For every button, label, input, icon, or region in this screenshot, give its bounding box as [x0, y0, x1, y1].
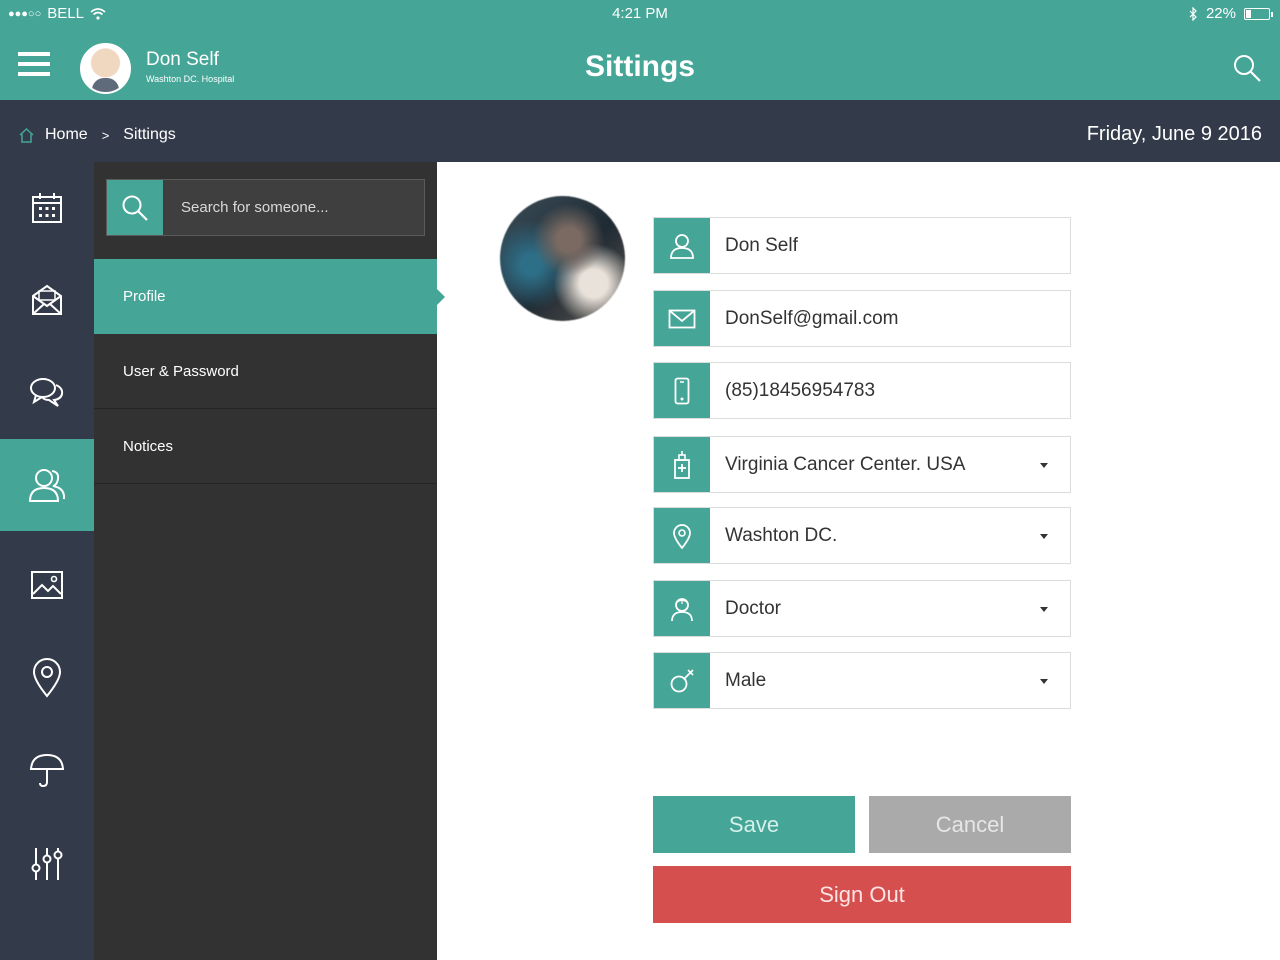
doctor-icon	[671, 597, 693, 621]
name-field[interactable]: Don Self	[653, 217, 1071, 274]
chevron-down-icon[interactable]	[1040, 679, 1048, 684]
hospital-icon	[674, 450, 690, 479]
role-select[interactable]: Doctor	[653, 580, 1071, 637]
people-search[interactable]: Search for someone...	[106, 179, 425, 236]
icon-rail	[0, 162, 94, 960]
location-icon	[673, 523, 691, 549]
sliders-icon	[31, 848, 63, 880]
status-time: 4:21 PM	[612, 5, 668, 22]
current-date: Friday, June 9 2016	[1086, 123, 1262, 145]
mail-icon	[32, 284, 62, 315]
male-icon	[670, 668, 694, 692]
rail-item-chat[interactable]	[0, 346, 94, 438]
rail-item-insurance[interactable]	[0, 724, 94, 816]
chevron-down-icon[interactable]	[1040, 463, 1048, 468]
breadcrumb-home[interactable]: Home	[45, 126, 88, 144]
settings-menu: Search for someone... Profile User & Pas…	[94, 162, 445, 960]
search-icon[interactable]	[1232, 53, 1262, 83]
contacts-icon	[28, 469, 66, 502]
rail-item-mail[interactable]	[0, 254, 94, 346]
profile-photo[interactable]	[500, 196, 625, 321]
menu-item-notices[interactable]: Notices	[94, 409, 437, 484]
image-icon	[31, 571, 63, 599]
phone-icon	[674, 377, 690, 404]
location-icon	[32, 658, 62, 698]
chat-icon	[30, 378, 64, 407]
sign-out-button[interactable]: Sign Out	[653, 866, 1071, 923]
rail-item-gallery[interactable]	[0, 539, 94, 631]
rail-item-calendar[interactable]	[0, 162, 94, 254]
breadcrumb: Home > Sittings	[18, 126, 176, 144]
user-icon	[670, 233, 694, 259]
gender-value[interactable]: Male	[710, 653, 1040, 708]
menu-item-user-password[interactable]: User & Password	[94, 334, 437, 409]
cancel-button[interactable]: Cancel	[869, 796, 1071, 853]
email-field[interactable]: DonSelf@gmail.com	[653, 290, 1071, 347]
hospital-value[interactable]: Virginia Cancer Center. USA	[710, 437, 1040, 492]
role-value[interactable]: Doctor	[710, 581, 1040, 636]
calendar-icon	[32, 193, 62, 223]
battery-percent: 22%	[1205, 5, 1236, 22]
chevron-down-icon[interactable]	[1040, 607, 1048, 612]
bluetooth-icon	[1189, 6, 1197, 21]
home-icon[interactable]	[18, 127, 35, 143]
phone-field[interactable]: (85)18456954783	[653, 362, 1071, 419]
city-select[interactable]: Washton DC.	[653, 507, 1071, 564]
app-header: ●●●○○ BELL 4:21 PM 22% Don Self Washton …	[0, 0, 1280, 100]
save-button[interactable]: Save	[653, 796, 855, 853]
mail-icon	[668, 309, 696, 328]
umbrella-icon	[29, 753, 65, 788]
breadcrumb-current: Sittings	[123, 126, 176, 143]
search-button[interactable]	[107, 180, 163, 235]
breadcrumb-bar: Home > Sittings Friday, June 9 2016	[0, 100, 1280, 162]
status-bar: ●●●○○ BELL 4:21 PM 22%	[0, 0, 1280, 27]
name-value[interactable]: Don Self	[710, 218, 1070, 273]
hospital-select[interactable]: Virginia Cancer Center. USA	[653, 436, 1071, 493]
breadcrumb-separator: >	[101, 127, 110, 143]
search-icon	[122, 195, 148, 221]
phone-value[interactable]: (85)18456954783	[710, 363, 1070, 418]
page-title: Sittings	[585, 50, 695, 83]
city-value[interactable]: Washton DC.	[710, 508, 1040, 563]
rail-item-settings[interactable]	[0, 818, 94, 910]
rail-item-contacts[interactable]	[0, 439, 94, 531]
menu-item-profile[interactable]: Profile	[94, 259, 445, 334]
battery-icon	[1244, 7, 1273, 20]
email-value[interactable]: DonSelf@gmail.com	[710, 291, 1070, 346]
chevron-down-icon[interactable]	[1040, 534, 1048, 539]
gender-select[interactable]: Male	[653, 652, 1071, 709]
search-input[interactable]: Search for someone...	[163, 180, 329, 235]
rail-item-location[interactable]	[0, 632, 94, 724]
